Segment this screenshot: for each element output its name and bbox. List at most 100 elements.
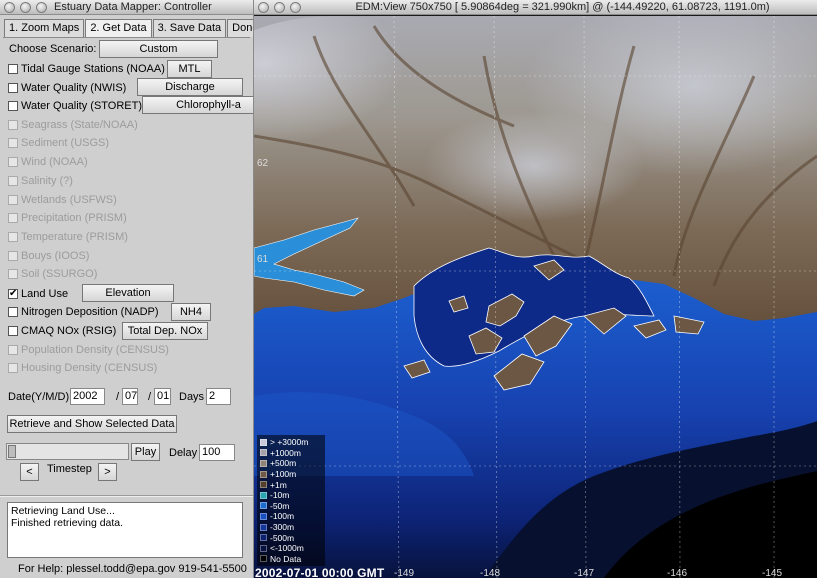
dataset-checkbox-wind: [8, 156, 18, 167]
map-timestamp: 2002-07-01 00:00 GMT: [255, 566, 385, 578]
dataset-row-nadp: Nitrogen Deposition (NADP): [8, 303, 159, 320]
tidal-variable-button[interactable]: MTL: [167, 60, 212, 78]
retrieve-data-button[interactable]: Retrieve and Show Selected Data: [7, 415, 177, 433]
dataset-label-seagrass: Seagrass (State/NOAA): [21, 118, 138, 131]
dataset-checkbox-bouys: [8, 250, 18, 261]
elevation-map[interactable]: [254, 16, 817, 578]
zoom-window-icon[interactable]: [36, 2, 47, 13]
longitude-label: -149: [394, 568, 415, 578]
delay-input[interactable]: 100: [199, 444, 235, 461]
day-input[interactable]: 01: [154, 388, 171, 405]
dataset-checkbox-storet[interactable]: [8, 100, 18, 111]
legend-label: +100m: [270, 469, 297, 480]
window-controls: [4, 2, 47, 13]
dataset-checkbox-temperature: [8, 231, 18, 242]
dataset-checkbox-landuse[interactable]: ✔: [8, 288, 18, 299]
dataset-row-temperature: Temperature (PRISM): [8, 228, 128, 245]
legend-swatch: [260, 438, 267, 446]
scenario-button[interactable]: Custom: [99, 40, 218, 58]
close-window-icon[interactable]: [4, 2, 15, 13]
legend-swatch: [260, 544, 267, 552]
timestep-next-button[interactable]: >: [98, 463, 117, 481]
dataset-label-landuse: Land Use: [21, 287, 69, 300]
date-label: Date(Y/M/D): [8, 391, 70, 403]
dataset-checkbox-nwis[interactable]: [8, 82, 18, 93]
dataset-label-precipitation: Precipitation (PRISM): [21, 211, 127, 224]
map-view[interactable]: 62 61 -149 -148 -147 -146 -145 > +3000m …: [254, 16, 817, 578]
legend-label: -300m: [270, 522, 295, 533]
controller-window: Estuary Data Mapper: Controller 1. Zoom …: [0, 0, 254, 578]
legend-entry: No Data: [260, 554, 322, 565]
status-log[interactable]: Retrieving Land Use... Finished retrievi…: [7, 502, 243, 558]
close-window-icon[interactable]: [258, 2, 269, 13]
year-input[interactable]: 2002: [70, 388, 105, 405]
nwis-variable-button[interactable]: Discharge: [137, 78, 243, 96]
legend-entry: +1m: [260, 479, 322, 490]
nadp-variable-button[interactable]: NH4: [171, 303, 211, 321]
dataset-label-wetlands: Wetlands (USFWS): [21, 193, 117, 206]
dataset-label-soil: Soil (SSURGO): [21, 267, 98, 280]
legend-label: +1000m: [270, 447, 301, 458]
date-separator: /: [148, 391, 152, 403]
date-separator: /: [116, 391, 120, 403]
tab-done[interactable]: Done: [227, 19, 253, 37]
storet-variable-button[interactable]: Chlorophyll-a: [142, 96, 253, 114]
dataset-row-cmaq: CMAQ NOx (RSIG): [8, 322, 116, 339]
legend-entry: -10m: [260, 490, 322, 501]
panel-separator: [0, 495, 253, 497]
dataset-label-sediment: Sediment (USGS): [21, 136, 110, 149]
legend-entry: <-1000m: [260, 543, 322, 554]
snow-field: [424, 111, 644, 221]
legend-entry: +500m: [260, 458, 322, 469]
dataset-row-wind: Wind (NOAA): [8, 153, 88, 170]
help-text: For Help: plessel.todd@epa.gov 919-541-5…: [18, 563, 247, 575]
tab-save-data[interactable]: 3. Save Data: [152, 19, 227, 37]
dataset-checkbox-population: [8, 344, 18, 355]
legend-swatch: [260, 502, 267, 510]
legend-swatch: [260, 555, 267, 563]
cmaq-variable-button[interactable]: Total Dep. NOx: [122, 322, 208, 340]
log-line: Finished retrieving data.: [11, 517, 124, 529]
dataset-row-sediment: Sediment (USGS): [8, 134, 109, 151]
dataset-checkbox-seagrass: [8, 119, 18, 130]
tab-get-data[interactable]: 2. Get Data: [85, 19, 152, 37]
landuse-variable-button[interactable]: Elevation: [82, 284, 174, 302]
dataset-row-salinity: Salinity (?): [8, 172, 73, 189]
dataset-checkbox-precipitation: [8, 212, 18, 223]
play-button[interactable]: Play: [131, 443, 160, 461]
longitude-label: -146: [667, 568, 688, 578]
legend-entry: -500m: [260, 532, 322, 543]
minimize-window-icon[interactable]: [274, 2, 285, 13]
dataset-checkbox-cmaq[interactable]: [8, 325, 18, 336]
zoom-window-icon[interactable]: [290, 2, 301, 13]
dataset-label-temperature: Temperature (PRISM): [21, 230, 128, 243]
legend-swatch: [260, 512, 267, 520]
dataset-label-population: Population Density (CENSUS): [21, 343, 169, 356]
timestep-slider-thumb[interactable]: [8, 445, 16, 458]
dataset-checkbox-salinity: [8, 175, 18, 186]
days-input[interactable]: 2: [206, 388, 231, 405]
legend-entry: -100m: [260, 511, 322, 522]
legend-swatch: [260, 523, 267, 531]
map-window: EDM:View 750x750 [ 5.90864deg = 321.990k…: [254, 0, 817, 578]
tab-zoom-maps[interactable]: 1. Zoom Maps: [4, 19, 85, 37]
days-label: Days: [179, 391, 205, 403]
map-titlebar[interactable]: EDM:View 750x750 [ 5.90864deg = 321.990k…: [254, 0, 817, 15]
timestep-prev-button[interactable]: <: [20, 463, 39, 481]
timestep-slider[interactable]: [6, 443, 129, 460]
minimize-window-icon[interactable]: [20, 2, 31, 13]
legend-swatch: [260, 491, 267, 499]
dataset-label-bouys: Bouys (IOOS): [21, 249, 90, 262]
dataset-row-housing: Housing Density (CENSUS): [8, 359, 157, 376]
legend-label: -10m: [270, 490, 290, 501]
controller-titlebar[interactable]: Estuary Data Mapper: Controller: [0, 0, 253, 15]
dataset-label-nadp: Nitrogen Deposition (NADP): [21, 305, 159, 318]
dataset-checkbox-wetlands: [8, 194, 18, 205]
dataset-checkbox-nadp[interactable]: [8, 306, 18, 317]
dataset-row-bouys: Bouys (IOOS): [8, 247, 89, 264]
month-input[interactable]: 07: [122, 388, 138, 405]
dataset-checkbox-tidal[interactable]: [8, 63, 18, 74]
dataset-row-landuse: ✔ Land Use: [8, 285, 68, 302]
dataset-label-wind: Wind (NOAA): [21, 155, 88, 168]
dataset-row-seagrass: Seagrass (State/NOAA): [8, 116, 138, 133]
